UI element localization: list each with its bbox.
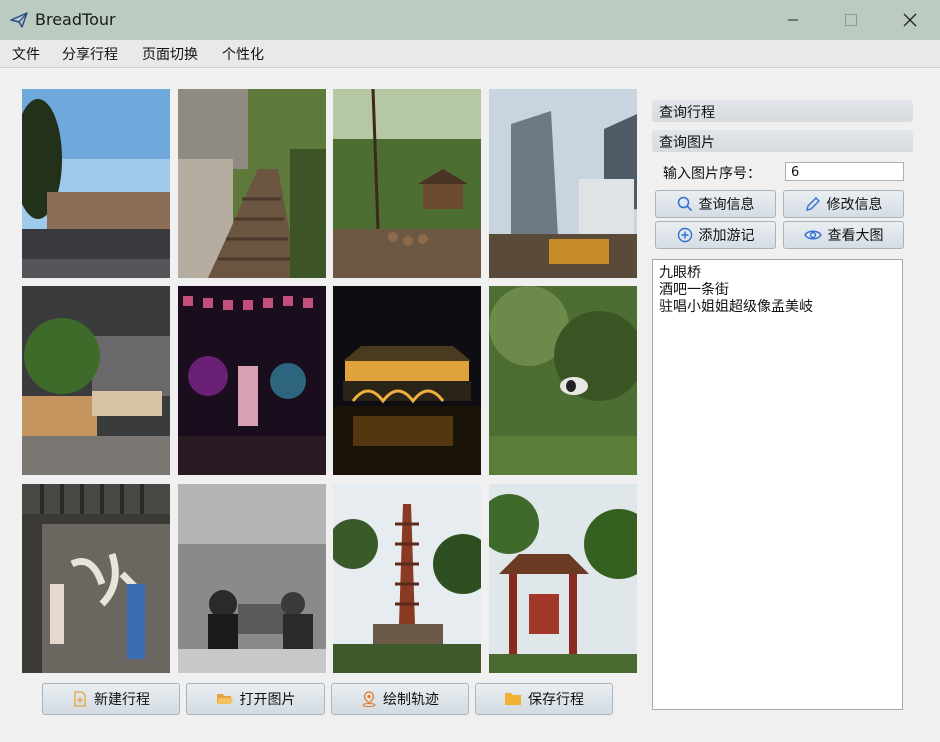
draw-track-label: 绘制轨迹 xyxy=(383,692,439,708)
save-trip-button[interactable]: 保存行程 xyxy=(475,683,613,715)
save-trip-label: 保存行程 xyxy=(528,692,584,708)
photo-9[interactable] xyxy=(22,484,170,673)
query-trip-section[interactable]: 查询行程 xyxy=(652,100,913,122)
minimize-button[interactable] xyxy=(770,0,816,40)
photo-2[interactable] xyxy=(178,89,326,278)
note-line: 九眼桥 xyxy=(659,265,701,281)
photo-6[interactable] xyxy=(178,286,326,475)
close-icon xyxy=(903,13,917,27)
photo-12[interactable] xyxy=(489,484,637,673)
window-title: BreadTour xyxy=(35,10,116,29)
menu-bar: 文件 分享行程 页面切换 个性化 xyxy=(0,40,940,68)
menu-switch-page[interactable]: 页面切换 xyxy=(142,44,198,64)
add-note-label: 添加游记 xyxy=(698,228,755,244)
photo-5[interactable] xyxy=(22,286,170,475)
minimize-icon xyxy=(788,19,798,21)
view-large-button[interactable]: 查看大图 xyxy=(783,221,904,249)
query-image-section[interactable]: 查询图片 xyxy=(652,130,913,152)
notes-textarea[interactable]: 九眼桥 酒吧一条街 驻唱小姐姐超级像孟美岐 xyxy=(652,259,903,710)
photo-1[interactable] xyxy=(22,89,170,278)
pencil-icon xyxy=(805,197,820,211)
menu-personalize[interactable]: 个性化 xyxy=(222,44,264,64)
photo-11[interactable] xyxy=(333,484,481,673)
edit-info-button[interactable]: 修改信息 xyxy=(783,190,904,218)
photo-10[interactable] xyxy=(178,484,326,673)
query-info-button[interactable]: 查询信息 xyxy=(655,190,776,218)
new-trip-button[interactable]: 新建行程 xyxy=(42,683,180,715)
view-large-label: 查看大图 xyxy=(827,228,884,244)
add-note-button[interactable]: 添加游记 xyxy=(655,221,776,249)
close-button[interactable] xyxy=(887,0,933,40)
photo-8[interactable] xyxy=(489,286,637,475)
note-line: 酒吧一条街 xyxy=(659,282,729,298)
image-index-input[interactable]: 6 xyxy=(785,162,904,181)
folder-icon xyxy=(505,693,521,705)
photo-7[interactable] xyxy=(333,286,481,475)
new-trip-label: 新建行程 xyxy=(94,692,150,708)
open-image-label: 打开图片 xyxy=(239,692,296,708)
image-index-label: 输入图片序号： xyxy=(663,166,761,182)
photo-3[interactable] xyxy=(333,89,481,278)
query-trip-label: 查询行程 xyxy=(659,105,715,121)
photo-4[interactable] xyxy=(489,89,637,278)
search-icon xyxy=(677,196,692,212)
maximize-button[interactable] xyxy=(828,0,874,40)
paper-plane-icon xyxy=(10,12,28,28)
menu-share-trip[interactable]: 分享行程 xyxy=(62,44,118,64)
open-image-button[interactable]: 打开图片 xyxy=(186,683,325,715)
folder-open-icon xyxy=(216,694,233,704)
edit-info-label: 修改信息 xyxy=(826,197,883,213)
draw-track-button[interactable]: 绘制轨迹 xyxy=(331,683,469,715)
eye-icon xyxy=(803,230,822,240)
query-image-label: 查询图片 xyxy=(659,135,715,151)
plus-circle-icon xyxy=(677,227,692,243)
file-plus-icon xyxy=(74,691,86,707)
location-pin-icon xyxy=(362,691,376,707)
menu-file[interactable]: 文件 xyxy=(12,44,40,64)
maximize-icon xyxy=(845,14,857,26)
note-line: 驻唱小姐姐超级像孟美岐 xyxy=(659,299,813,315)
query-info-label: 查询信息 xyxy=(698,197,755,213)
title-bar: BreadTour xyxy=(0,0,940,40)
